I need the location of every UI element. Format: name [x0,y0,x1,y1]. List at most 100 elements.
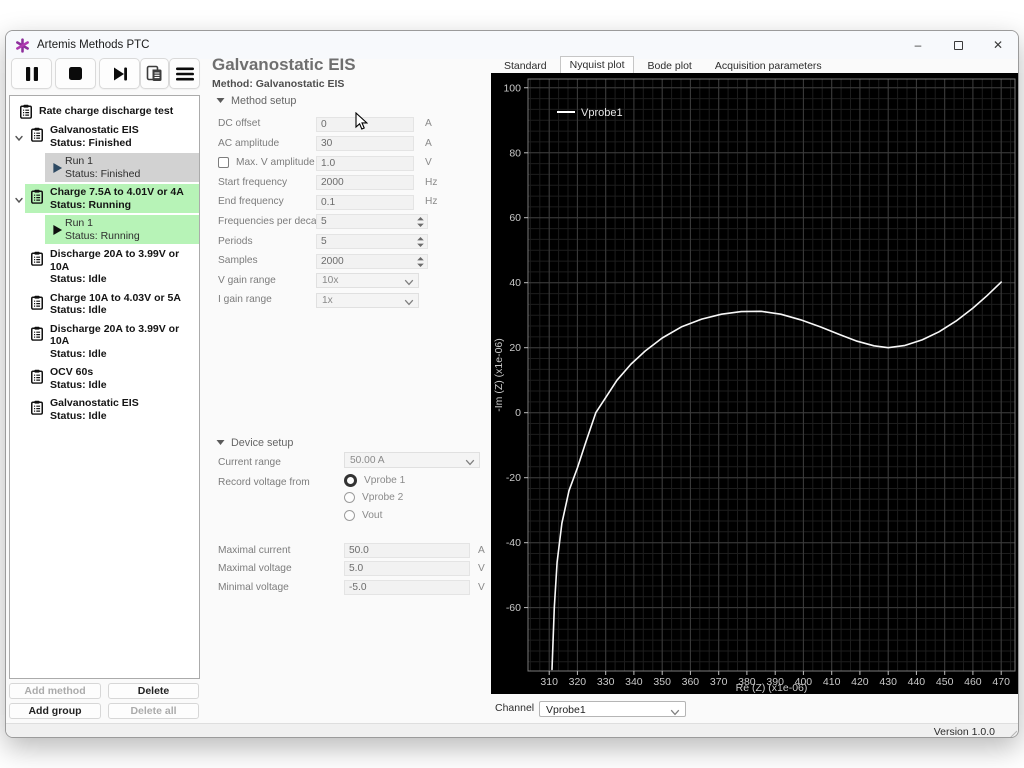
radio-icon[interactable] [344,492,355,503]
stop-button[interactable] [55,58,96,89]
minimal-voltage-input[interactable]: -5.0 [344,580,470,595]
nyquist-chart[interactable]: 3103203303403503603703803904004104204304… [491,73,1019,694]
group-label: Rate charge discharge test [39,105,173,117]
radio-option-vprobe-1[interactable]: Vprobe 1 [344,474,405,487]
v-gain-range-select[interactable]: 10x [316,273,419,288]
periods-input[interactable]: 5 [316,234,428,249]
play-icon [52,161,63,179]
tab-nyquist-plot[interactable]: Nyquist plot [560,56,635,73]
clipboard-icon [30,295,44,315]
maximal-current-label: Maximal current [218,545,290,556]
close-button[interactable]: ✕ [978,31,1018,59]
ac-amplitude-input[interactable]: 30 [316,136,414,151]
chevron-expanded-icon[interactable] [14,130,24,148]
group-item[interactable]: Rate charge discharge test [10,100,199,122]
method-label: Charge 10A to 4.03V or 5A [50,292,197,305]
max-v-amplitude-checkbox[interactable] [218,157,229,168]
unit-label: V [478,582,485,593]
copy-icon [146,65,163,83]
app-window: Artemis Methods PTC – ✕ Rate charge disc… [5,30,1019,738]
svg-text:350: 350 [653,676,671,688]
start-frequency-input[interactable]: 2000 [316,175,414,190]
current-range-label: Current range [218,457,281,468]
radio-option-vout[interactable]: Vout [344,510,382,521]
resize-grip[interactable] [1008,727,1018,738]
method-item-galvanostatic-eis[interactable]: Galvanostatic EISStatus: Finished [25,122,199,151]
delete-all-button[interactable]: Delete all [108,703,199,719]
clipboard-icon [30,326,44,346]
maximal-voltage-label: Maximal voltage [218,563,292,574]
add-group-button[interactable]: Add group [9,703,101,719]
unit-label: Hz [425,196,437,207]
start-frequency-label: Start frequency [218,177,287,188]
run-item[interactable]: Run 1Status: Running [45,215,199,244]
method-item-discharge-20a-to-3-99v-or-10a[interactable]: Discharge 20A to 3.99V or 10AStatus: Idl… [25,246,199,288]
minimal-voltage-label: Minimal voltage [218,582,289,593]
spinner-arrows-icon[interactable] [416,236,425,251]
method-status: Status: Idle [50,379,197,392]
dc-offset-input[interactable]: 0 [316,117,414,132]
form-row-dc-offset: DC offset 0A [212,115,494,135]
method-item-discharge-20a-to-3-99v-or-10a[interactable]: Discharge 20A to 3.99V or 10AStatus: Idl… [25,321,199,363]
unit-label: A [425,118,432,129]
copy-method-button[interactable] [140,58,169,89]
maximal-voltage-input[interactable]: 5.0 [344,561,470,576]
svg-text:Re (Z) (x1e-06): Re (Z) (x1e-06) [736,682,808,694]
maximize-button[interactable] [938,31,978,59]
channel-select[interactable]: Vprobe1 [539,701,686,717]
method-tree: Rate charge discharge test Galvanostatic … [10,96,199,424]
method-item-charge-7-5a-to-4-01v-or-4a[interactable]: Charge 7.5A to 4.01V or 4AStatus: Runnin… [25,184,199,213]
clipboard-icon [30,400,44,420]
run-label: Run 1 [65,155,197,168]
clipboard-icon [30,369,44,389]
form-row-end-frequency: End frequency0.1Hz [212,193,494,213]
method-label: OCV 60s [50,366,197,379]
svg-text:440: 440 [908,676,926,688]
tab-standard[interactable]: Standard [494,57,557,73]
unit-label: V [425,157,432,168]
svg-text:420: 420 [851,676,869,688]
dc-offset-label: DC offset [218,118,260,129]
method-setup-header[interactable]: Method setup [216,95,296,107]
clipboard-icon [30,189,44,209]
title-bar: Artemis Methods PTC – ✕ [6,31,1018,59]
frequencies-per-decade-input[interactable]: 5 [316,214,428,229]
minimize-button[interactable]: – [898,31,938,59]
samples-input[interactable]: 2000 [316,254,428,269]
unit-label: A [478,545,485,556]
run-status: Status: Running [65,230,197,243]
end-frequency-input[interactable]: 0.1 [316,195,414,210]
run-item[interactable]: Run 1Status: Finished [45,153,199,182]
add-method-button[interactable]: Add method [9,683,101,699]
delete-button[interactable]: Delete [108,683,199,699]
skip-next-button[interactable] [99,58,140,89]
current-range-select[interactable]: 50.00 A [344,452,480,468]
device-setup-header[interactable]: Device setup [216,437,293,449]
spinner-arrows-icon[interactable] [416,256,425,271]
menu-button[interactable] [169,58,200,89]
tab-acquisition-parameters[interactable]: Acquisition parameters [705,57,832,73]
v-gain-range-label: V gain range [218,275,276,286]
method-item-ocv-60s[interactable]: OCV 60sStatus: Idle [25,364,199,393]
max-v-amplitude-label: Max. V amplitude [236,157,315,168]
svg-text:-60: -60 [506,602,521,614]
radio-icon[interactable] [344,510,355,521]
pause-button[interactable] [11,58,52,89]
method-item-charge-10a-to-4-03v-or-5a[interactable]: Charge 10A to 4.03V or 5AStatus: Idle [25,290,199,319]
chevron-down-icon [404,278,414,289]
pause-icon [25,66,39,82]
method-status: Status: Running [50,199,197,212]
method-label: Discharge 20A to 3.99V or 10A [50,323,197,348]
svg-text:-Im (Z) (x1e-06): -Im (Z) (x1e-06) [493,338,505,412]
spinner-arrows-icon[interactable] [416,216,425,231]
method-item-galvanostatic-eis[interactable]: Galvanostatic EISStatus: Idle [25,395,199,424]
radio-icon[interactable] [344,474,357,487]
tab-bode-plot[interactable]: Bode plot [637,57,701,73]
maximal-current-input[interactable]: 50.0 [344,543,470,558]
collapse-triangle-icon [216,95,225,107]
max-v-amplitude-input[interactable]: 1.0 [316,156,414,171]
chevron-expanded-icon[interactable] [14,192,24,210]
i-gain-range-select[interactable]: 1x [316,293,419,308]
svg-text:80: 80 [509,147,521,159]
radio-option-vprobe-2[interactable]: Vprobe 2 [344,492,403,503]
